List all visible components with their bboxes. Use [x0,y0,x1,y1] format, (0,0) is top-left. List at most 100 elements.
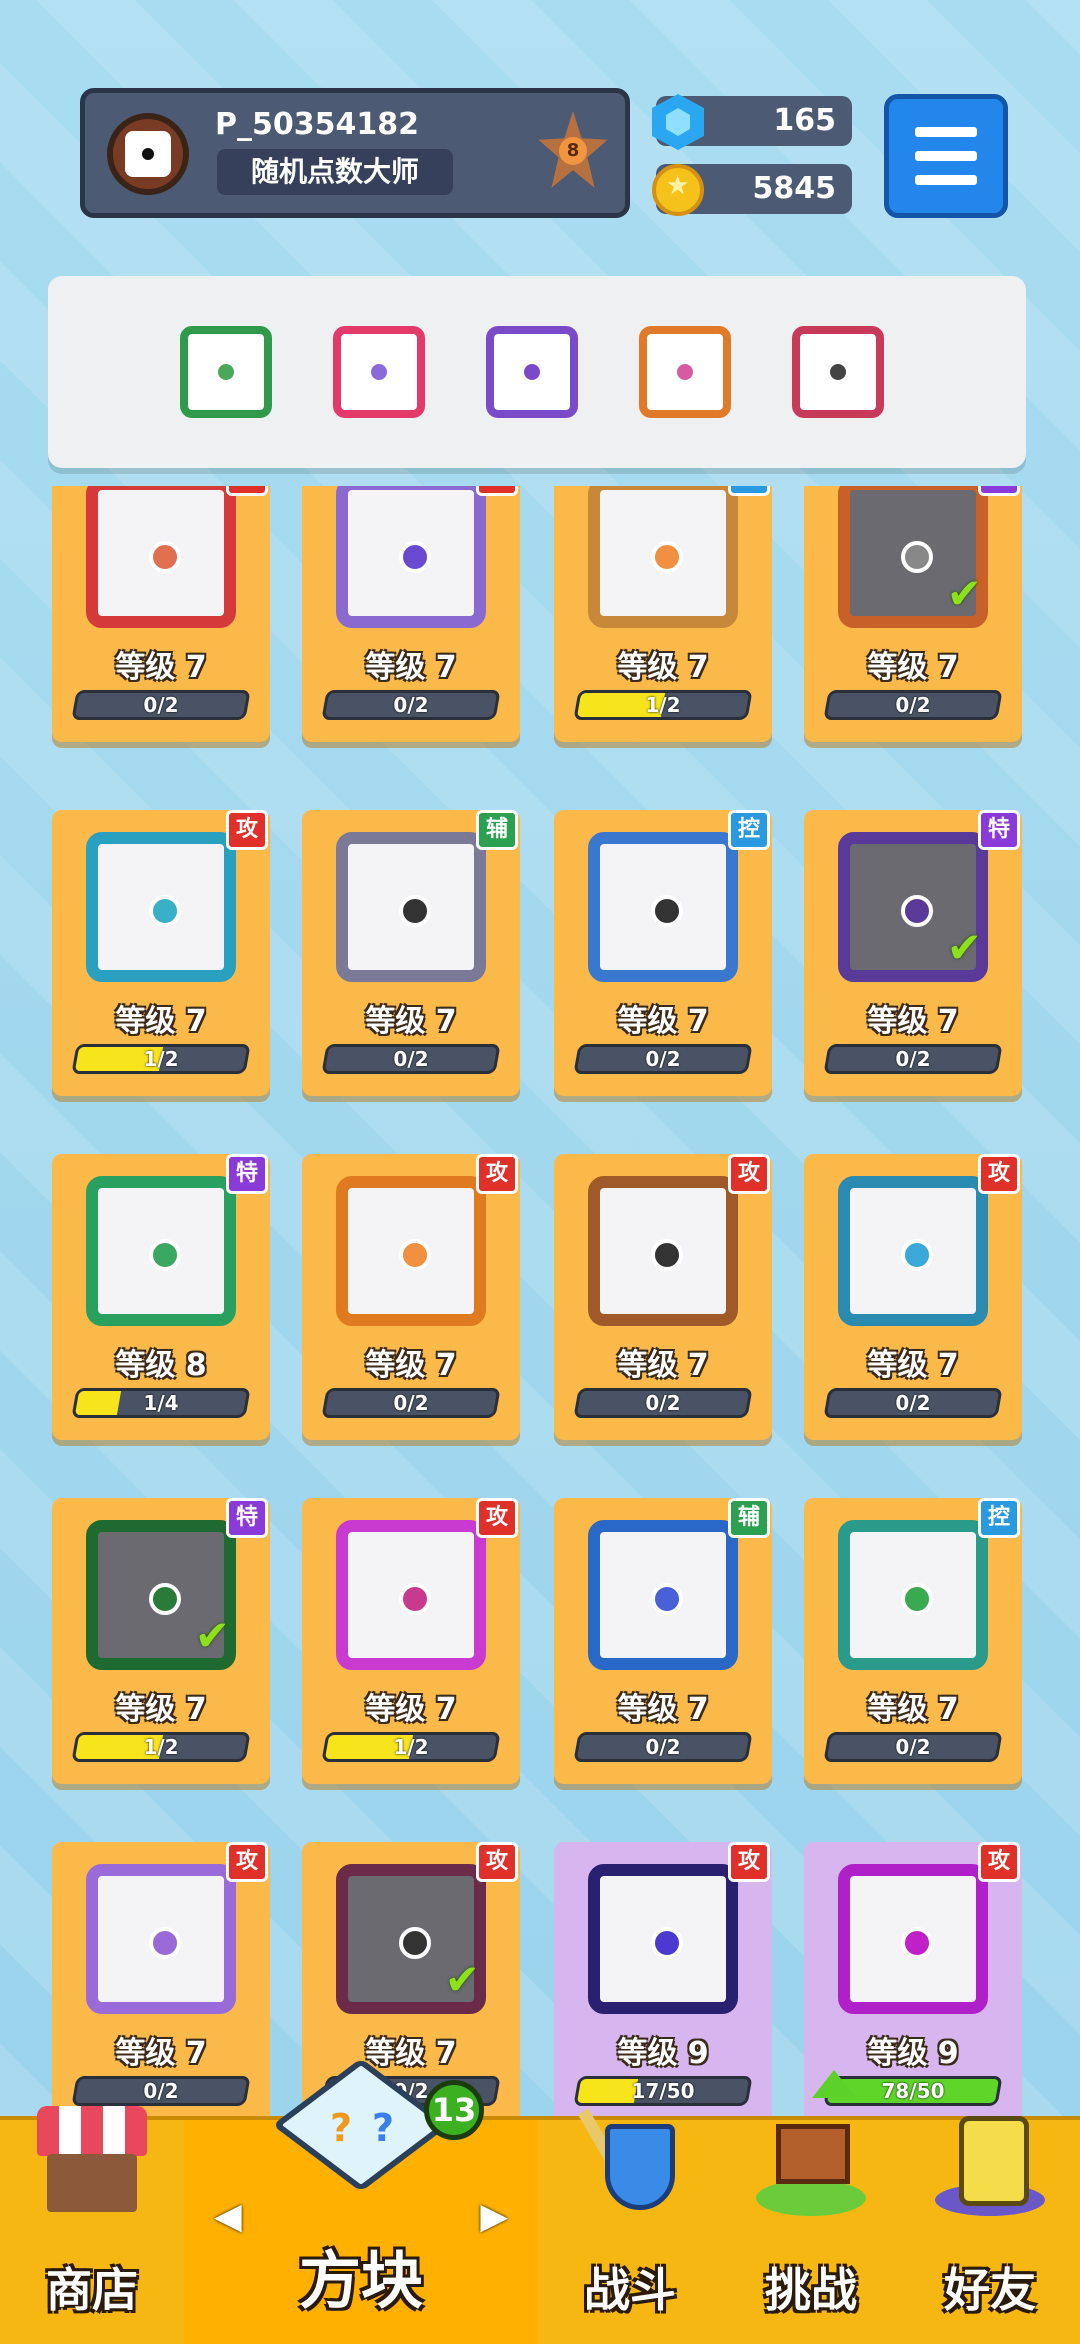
die-card[interactable]: 控等级 7 0/2 [554,810,772,1096]
die-frame: ✔ [838,832,988,982]
die-card[interactable]: 攻等级 7 0/2 [554,1154,772,1440]
upgrade-progress-bar: 1/2 [321,1732,501,1762]
menu-button[interactable] [884,94,1008,218]
die-card[interactable]: 攻等级 7 0/2 [52,486,270,742]
nav-friends[interactable]: 好友 [900,2116,1080,2344]
die-card[interactable]: 攻等级 9 17/50 [554,1842,772,2116]
die-frame [588,1176,738,1326]
die-pip [901,895,933,927]
die-card[interactable]: 攻等级 7 0/2 [804,1154,1022,1440]
question-mark: ? [330,2106,353,2150]
player-profile[interactable]: P_50354182 随机点数大师 8 [80,88,630,218]
die-level: 等级 8 [115,1348,207,1383]
die-pip [399,541,431,573]
upgrade-progress-bar: 0/2 [573,1044,753,1074]
upgrade-progress-bar: 1/2 [573,690,753,720]
die-frame: ✔ [838,486,988,628]
die-level: 等级 7 [115,650,207,685]
die-pip [901,541,933,573]
type-tag: 控 [728,810,770,850]
type-tag: 特 [978,810,1020,850]
friend-character-icon [935,2106,1045,2216]
die-card[interactable]: 控等级 7 0/2 [804,1498,1022,1784]
upgrade-progress-bar: 0/2 [823,690,1003,720]
progress-text: 1/2 [143,1047,179,1071]
signpost-icon [756,2106,866,2216]
type-tag: 攻 [226,486,268,496]
infinity-dragon-die-slot[interactable] [639,326,731,418]
die-card[interactable]: 攻等级 7 1/2 [52,810,270,1096]
die-frame [86,1176,236,1326]
die-card[interactable]: 攻等级 7 1/2 [302,1498,520,1784]
die-frame [588,1864,738,2014]
progress-text: 0/2 [393,1047,429,1071]
die-pip [524,364,540,380]
blackhole-dragon-die-slot[interactable] [792,326,884,418]
die-frame [86,1864,236,2014]
die-card[interactable]: 控等级 7 1/2 [554,486,772,742]
die-frame [588,486,738,628]
type-tag: 攻 [728,1842,770,1882]
die-card[interactable]: ✔ 特等级 7 1/2 [52,1498,270,1784]
die-card[interactable]: 辅等级 7 0/2 [302,810,520,1096]
progress-text: 0/2 [895,693,931,717]
rainbow-die-slot[interactable] [333,326,425,418]
die-frame [86,486,236,628]
progress-text: 0/2 [393,693,429,717]
type-tag: 攻 [476,486,518,496]
die-level: 等级 7 [867,1348,959,1383]
blocks-count-badge: 13 [424,2080,484,2140]
die-card[interactable]: ✔ 特等级 7 0/2 [804,810,1022,1096]
die-frame [588,832,738,982]
die-level: 等级 7 [867,1004,959,1039]
shop-icon [37,2106,147,2216]
dice-collection-grid: 攻等级 70/2攻等级 70/2控等级 71/2✔特等级 70/2攻等级 71/… [0,486,1080,2116]
die-pip [149,1239,181,1271]
type-tag: 特 [226,1498,268,1538]
purple-dragon-die-slot[interactable] [486,326,578,418]
die-card[interactable]: 辅等级 7 0/2 [554,1498,772,1784]
upgrade-progress-bar: 1/4 [71,1388,251,1418]
nav-shop[interactable]: 商店 [0,2106,184,2344]
green-dragon-die-slot[interactable] [180,326,272,418]
die-card[interactable]: ✔ 特等级 7 0/2 [804,486,1022,742]
nav-blocks[interactable]: ? ? 13 ◀ ▶ 方块 [184,2058,538,2344]
type-tag: 特 [226,1154,268,1194]
die-level: 等级 7 [115,2036,207,2071]
die-pip [149,541,181,573]
die-level: 等级 7 [115,1692,207,1727]
die-card[interactable]: 攻等级 7 0/2 [302,486,520,742]
block-cube [272,2058,450,2192]
shop-base [47,2154,137,2212]
die-frame [336,1520,486,1670]
die-level: 等级 7 [365,1004,457,1039]
die-card[interactable]: 攻等级 7 0/2 [52,1842,270,2116]
menu-icon-line [915,151,977,161]
upgrade-progress-bar: 1/2 [71,1044,251,1074]
bottom-nav: 商店 ? ? 13 ◀ ▶ 方块 战斗 挑战 好友 [0,2058,1080,2344]
progress-text: 0/2 [143,693,179,717]
nav-battle[interactable]: 战斗 [538,2108,722,2344]
die-level: 等级 7 [365,1692,457,1727]
die-card[interactable]: 攻等级 7 0/2 [302,1154,520,1440]
rank-number: 8 [559,137,587,165]
nav-friends-label: 好友 [944,2263,1036,2317]
progress-text: 0/2 [895,1735,931,1759]
nav-challenge[interactable]: 挑战 [722,2120,900,2344]
die-level: 等级 7 [617,1348,709,1383]
equipped-deck-panel [48,276,1026,468]
die-frame: ✔ [336,1864,486,2014]
die-pip [149,895,181,927]
upgrade-progress-bar: 0/2 [71,2076,251,2106]
upgrade-progress-bar: 0/2 [321,690,501,720]
question-mark: ? [372,2106,395,2150]
die-frame [336,832,486,982]
die-pip [149,1927,181,1959]
progress-text: 1/4 [143,1391,179,1415]
die-pip [651,541,683,573]
die-pip [651,1239,683,1271]
die-frame [838,1176,988,1326]
die-level: 等级 7 [867,1692,959,1727]
die-card[interactable]: 特等级 8 1/4 [52,1154,270,1440]
die-frame [588,1520,738,1670]
